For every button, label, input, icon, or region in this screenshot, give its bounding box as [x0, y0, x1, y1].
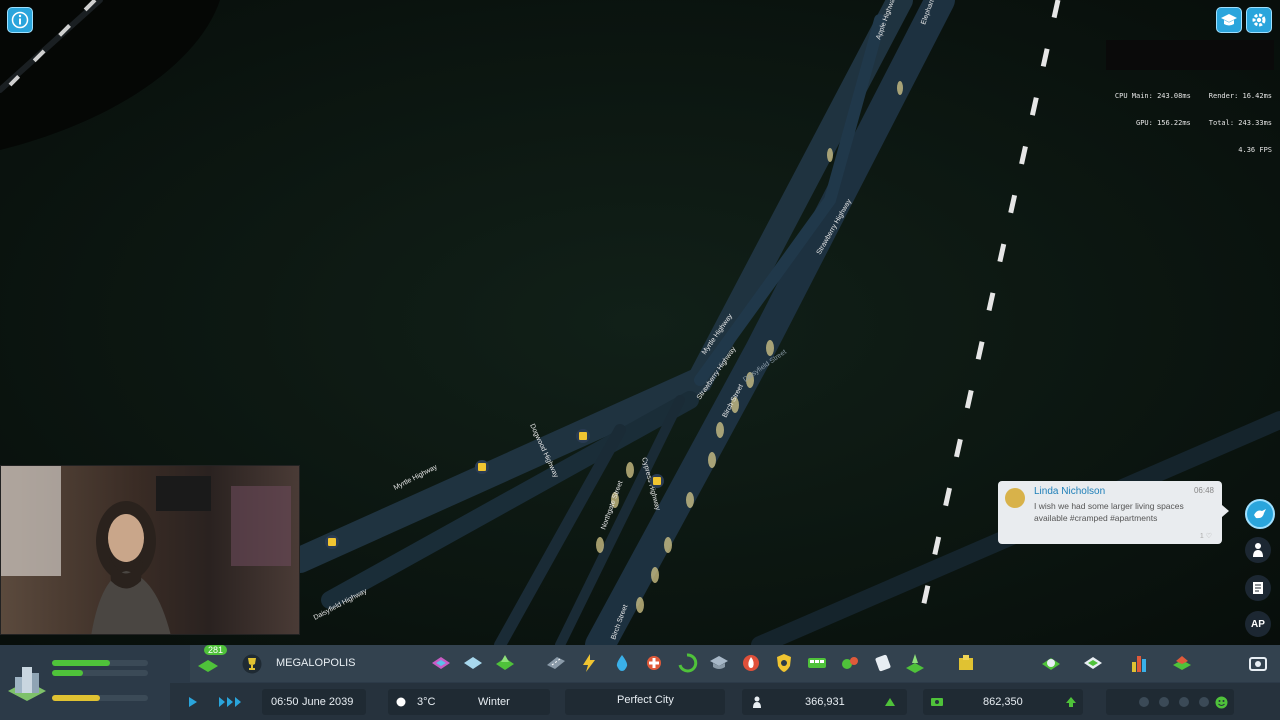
electricity-tool-icon[interactable]: [578, 652, 600, 674]
chirp-message: I wish we had some larger living spaces …: [1034, 501, 1184, 523]
level-badge: 281: [204, 645, 228, 655]
chirp-likes[interactable]: 1 ♡: [1200, 532, 1212, 540]
happiness-meter-fill: [52, 660, 110, 666]
chirper-button[interactable]: [1245, 499, 1275, 529]
population-icon: [753, 696, 761, 708]
bus-stop-icon[interactable]: [475, 460, 489, 474]
lower-meter-fill: [52, 695, 100, 701]
info-icon: [11, 11, 29, 29]
roads-tool-icon[interactable]: [545, 652, 567, 674]
chirper-avatar: [1005, 488, 1025, 508]
education-tool-icon[interactable]: [708, 652, 730, 674]
tutorial-button[interactable]: [1216, 7, 1242, 33]
progression-tool-icon[interactable]: [1040, 652, 1062, 674]
info-button[interactable]: [7, 7, 33, 33]
citizen-icon: [1253, 543, 1263, 557]
bus-stop-icon[interactable]: [325, 535, 339, 549]
camera-button[interactable]: [1247, 652, 1269, 674]
camera-icon: [1249, 657, 1267, 671]
game-time: 06:50: [271, 696, 299, 708]
info-views-tool-icon[interactable]: [1171, 652, 1193, 674]
happy-face-icon: [1215, 696, 1228, 709]
zoning-tool-icon[interactable]: [430, 652, 452, 674]
map-tool-icon[interactable]: [1082, 652, 1104, 674]
bottom-toolbar: 281 MEGALOPOLIS 06:50 June 2039 3°C Wint…: [0, 645, 1280, 720]
season: Winter: [478, 696, 510, 708]
communications-tool-icon[interactable]: [872, 652, 894, 674]
population-value: 366,931: [805, 696, 845, 708]
perf-total: Total: 243.33ms: [1208, 119, 1272, 127]
chirp-notification[interactable]: Linda Nicholson 06:48 I wish we had some…: [998, 481, 1229, 544]
money-up-icon: [1066, 697, 1076, 707]
chirp-time: 06:48: [1193, 486, 1214, 495]
bus-stop-icon[interactable]: [650, 474, 664, 488]
weather-icon: [396, 697, 406, 707]
city-info-icon[interactable]: [4, 659, 50, 705]
transportation-tool-icon[interactable]: [806, 652, 828, 674]
city-status[interactable]: Perfect City: [617, 694, 674, 706]
happiness-dots: [1139, 697, 1209, 707]
citizen-button[interactable]: [1245, 537, 1271, 563]
money-value: 862,350: [983, 696, 1023, 708]
play-icon[interactable]: [188, 696, 198, 708]
ap-button[interactable]: AP: [1245, 611, 1271, 637]
game-date: June 2039: [302, 696, 354, 708]
temperature: 3°C: [417, 696, 436, 708]
perf-overlay-backdrop: [1106, 40, 1274, 70]
landscaping-tool-icon[interactable]: [494, 652, 516, 674]
settings-button[interactable]: [1246, 7, 1272, 33]
money-tool-icon[interactable]: [955, 652, 977, 674]
statistics-tool-icon[interactable]: [1128, 652, 1150, 674]
milestone-label[interactable]: MEGALOPOLIS: [276, 657, 355, 669]
garbage-tool-icon[interactable]: [676, 652, 698, 674]
gear-icon: [1252, 13, 1266, 27]
streamer-figure: [1, 466, 291, 634]
development-points-icon[interactable]: [196, 654, 220, 676]
mid-meter-fill: [52, 670, 83, 676]
perf-gpu: GPU: 156.22ms: [1135, 119, 1191, 127]
money-icon: [931, 698, 943, 706]
area-tool-icon[interactable]: [462, 652, 484, 674]
police-tool-icon[interactable]: [773, 652, 795, 674]
parks-tool-icon[interactable]: [839, 652, 861, 674]
perf-cpu-main: CPU Main: 243.08ms: [1114, 92, 1191, 100]
perf-render: Render: 16.42ms: [1208, 92, 1272, 100]
landmarks-tool-icon[interactable]: [904, 652, 926, 674]
performance-overlay: CPU Main: 243.08ms Render: 16.42ms GPU: 1…: [1115, 74, 1272, 164]
population-up-icon: [885, 698, 895, 706]
ap-icon: AP: [1251, 618, 1265, 630]
fire-tool-icon[interactable]: [740, 652, 762, 674]
webcam-overlay: [0, 465, 300, 635]
chirper-icon: [1254, 509, 1266, 519]
notes-icon: [1253, 582, 1263, 594]
fast-forward-icon[interactable]: [218, 696, 244, 708]
water-tool-icon[interactable]: [611, 652, 633, 674]
bus-stop-icon[interactable]: [576, 429, 590, 443]
trophy-icon: [242, 654, 262, 674]
notes-button[interactable]: [1245, 575, 1271, 601]
chirp-author[interactable]: Linda Nicholson: [1034, 486, 1214, 497]
healthcare-tool-icon[interactable]: [643, 652, 665, 674]
weather-panel: [388, 689, 550, 715]
graduation-cap-icon: [1221, 14, 1237, 26]
perf-fps: 4.36 FPS: [1238, 146, 1272, 154]
